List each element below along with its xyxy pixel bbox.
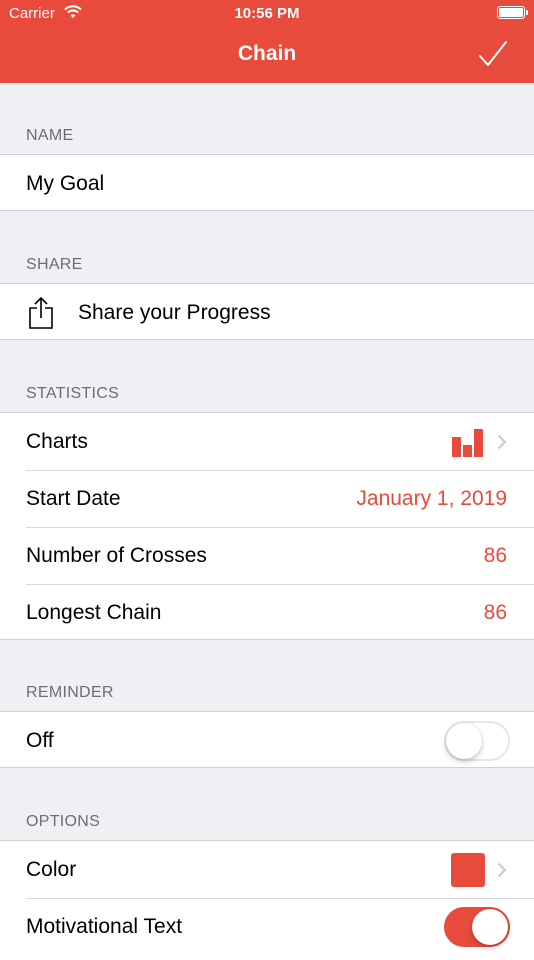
crosses-row: Number of Crosses 86	[0, 527, 534, 584]
color-row[interactable]: Color	[0, 841, 534, 898]
chevron-right-icon	[497, 862, 507, 878]
name-group: My Goal	[0, 154, 534, 211]
battery-icon	[497, 6, 528, 19]
color-label: Color	[26, 857, 77, 881]
motivational-text-row: Motivational Text	[0, 898, 534, 955]
share-group: Share your Progress	[0, 283, 534, 340]
motivational-text-toggle[interactable]	[444, 906, 510, 947]
clock: 10:56 PM	[234, 5, 300, 22]
reminder-label: Off	[26, 728, 54, 752]
share-icon	[28, 296, 54, 330]
section-header-statistics: STATISTICS	[26, 385, 120, 402]
longest-chain-value: 86	[483, 600, 507, 624]
status-bar: Carrier 10:56 PM	[0, 0, 534, 28]
start-date-value[interactable]: January 1, 2019	[356, 487, 507, 511]
crosses-label: Number of Crosses	[26, 543, 207, 567]
reminder-toggle[interactable]	[444, 720, 510, 761]
name-row[interactable]: My Goal	[0, 155, 534, 212]
options-group: Color Motivational Text	[0, 840, 534, 960]
color-swatch	[451, 852, 485, 887]
toggle-knob	[472, 908, 508, 945]
section-header-options: OPTIONS	[26, 813, 101, 830]
longest-chain-row: Longest Chain 86	[0, 584, 534, 641]
crosses-value: 86	[483, 543, 507, 567]
name-field[interactable]: My Goal	[26, 172, 104, 196]
section-header-reminder: REMINDER	[26, 684, 114, 701]
section-header-name: NAME	[26, 127, 74, 144]
toggle-knob	[446, 722, 482, 759]
share-label: Share your Progress	[78, 300, 271, 324]
bar-chart-icon	[452, 427, 484, 457]
checkmark-icon[interactable]	[478, 40, 508, 68]
statistics-group: Charts Start Date January 1, 2019 Number…	[0, 412, 534, 640]
reminder-row: Off	[0, 712, 534, 769]
share-row[interactable]: Share your Progress	[0, 284, 534, 341]
page-title: Chain	[237, 42, 297, 65]
start-date-row[interactable]: Start Date January 1, 2019	[0, 470, 534, 527]
motivational-text-label: Motivational Text	[26, 914, 183, 938]
reminder-group: Off	[0, 711, 534, 768]
charts-row[interactable]: Charts	[0, 413, 534, 470]
navigation-bar: Carrier 10:56 PM Chain	[0, 0, 534, 83]
charts-label: Charts	[26, 429, 88, 453]
start-date-label: Start Date	[26, 486, 121, 510]
section-header-share: SHARE	[26, 256, 83, 273]
chevron-right-icon	[497, 434, 507, 450]
longest-chain-label: Longest Chain	[26, 600, 162, 624]
